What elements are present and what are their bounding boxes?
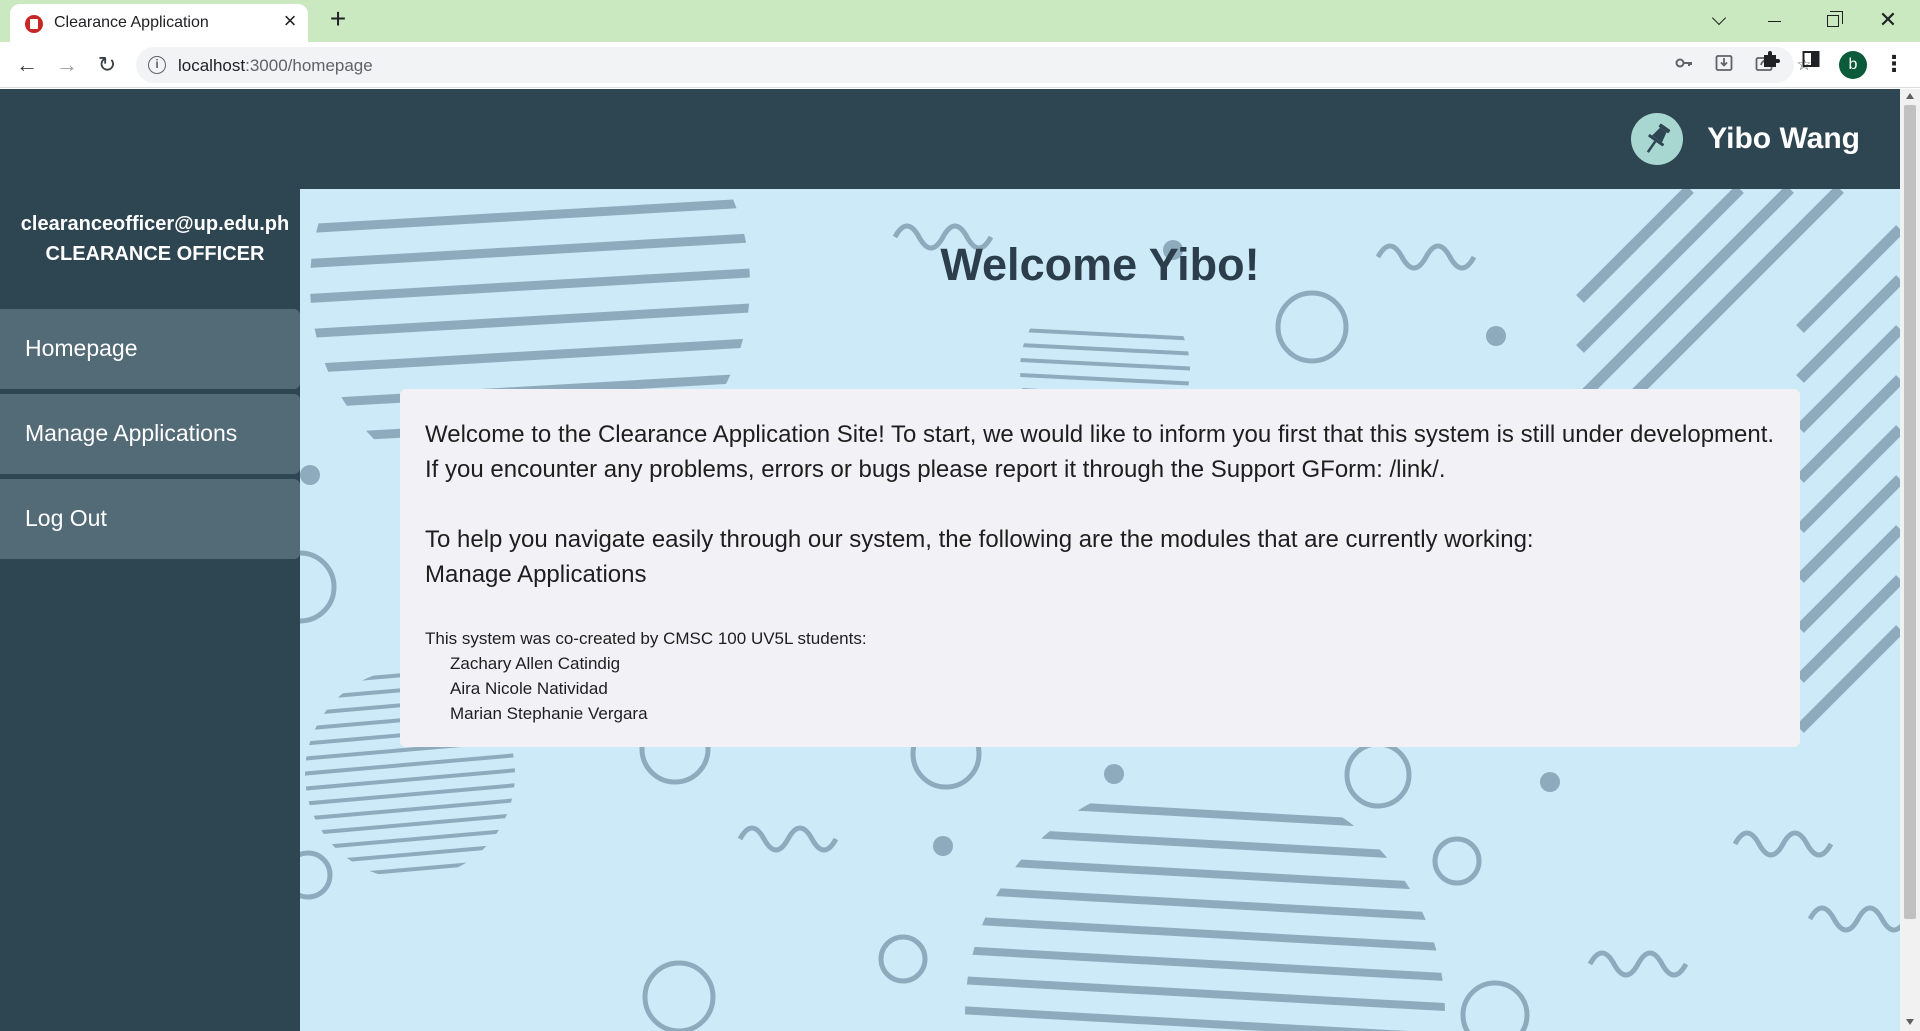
minimize-icon[interactable] — [1752, 3, 1796, 37]
credits-intro: This system was co-created by CMSC 100 U… — [425, 629, 867, 648]
welcome-heading: Welcome Yibo! — [940, 239, 1260, 290]
creator-name: Marian Stephanie Vergara — [450, 704, 648, 723]
module-item: Manage Applications — [425, 561, 647, 588]
window-close-icon[interactable]: ✕ — [1866, 3, 1910, 37]
new-tab-icon[interactable]: + — [323, 5, 353, 35]
tab-search-icon[interactable] — [1697, 3, 1741, 37]
user-email: clearanceofficer@up.edu.ph — [20, 213, 290, 235]
site-info-icon[interactable]: i — [148, 56, 166, 74]
install-icon[interactable] — [1712, 53, 1736, 77]
intro-text: Welcome to the Clearance Application Sit… — [425, 421, 1775, 483]
tab-title: Clearance Application — [54, 14, 209, 31]
sidebar: clearanceofficer@up.edu.ph CLEARANCE OFF… — [0, 189, 300, 1031]
back-arrow-icon[interactable]: ← — [12, 50, 42, 80]
close-icon[interactable]: × — [278, 9, 302, 33]
forward-arrow-icon[interactable]: → — [52, 50, 82, 80]
url-text[interactable]: localhost:3000/homepage — [178, 56, 373, 76]
creator-name: Zachary Allen Catindig — [450, 654, 621, 673]
more-menu-icon[interactable]: ⋮ — [1883, 50, 1905, 80]
main-content: Welcome Yibo! Welcome to the Clearance A… — [300, 189, 1900, 1031]
browser-tabstrip: Clearance Application × + ✕ — [0, 0, 1920, 42]
credits: This system was co-created by CMSC 100 U… — [425, 626, 1775, 726]
scroll-up-arrow-icon[interactable] — [1906, 93, 1914, 99]
sidebar-item-manage-applications[interactable]: Manage Applications — [0, 394, 300, 474]
modules-intro-text: To help you navigate easily through our … — [425, 526, 1534, 553]
info-card: Welcome to the Clearance Application Sit… — [400, 389, 1800, 747]
sidebar-item-homepage[interactable]: Homepage — [0, 309, 300, 389]
sidebar-item-log-out[interactable]: Log Out — [0, 479, 300, 559]
restore-icon[interactable] — [1811, 3, 1855, 37]
creator-name: Aira Nicole Natividad — [450, 679, 608, 698]
scroll-down-arrow-icon[interactable] — [1906, 1019, 1914, 1025]
scrollbar-thumb[interactable] — [1904, 105, 1916, 919]
browser-tab[interactable]: Clearance Application × — [10, 4, 308, 42]
user-name: Yibo Wang — [1707, 122, 1860, 155]
address-bar[interactable]: i localhost:3000/homepage ☆ — [136, 47, 1812, 83]
pin-avatar-icon[interactable] — [1631, 113, 1684, 165]
app-favicon-icon — [25, 15, 43, 33]
extensions-puzzle-icon[interactable] — [1756, 48, 1786, 78]
user-header: Yibo Wang — [1631, 113, 1860, 165]
key-icon[interactable] — [1672, 53, 1696, 77]
page-scrollbar[interactable] — [1900, 89, 1920, 1031]
browser-toolbar: ← → ↻ i localhost:3000/homepage ☆ b ⋮ — [0, 42, 1920, 88]
user-role: CLEARANCE OFFICER — [45, 243, 265, 265]
side-panel-icon[interactable] — [1796, 48, 1826, 78]
reload-icon[interactable]: ↻ — [92, 50, 122, 80]
profile-avatar[interactable]: b — [1839, 51, 1867, 79]
app-root: Yibo Wang clearanceofficer@up.edu.ph CLE… — [0, 89, 1900, 1031]
